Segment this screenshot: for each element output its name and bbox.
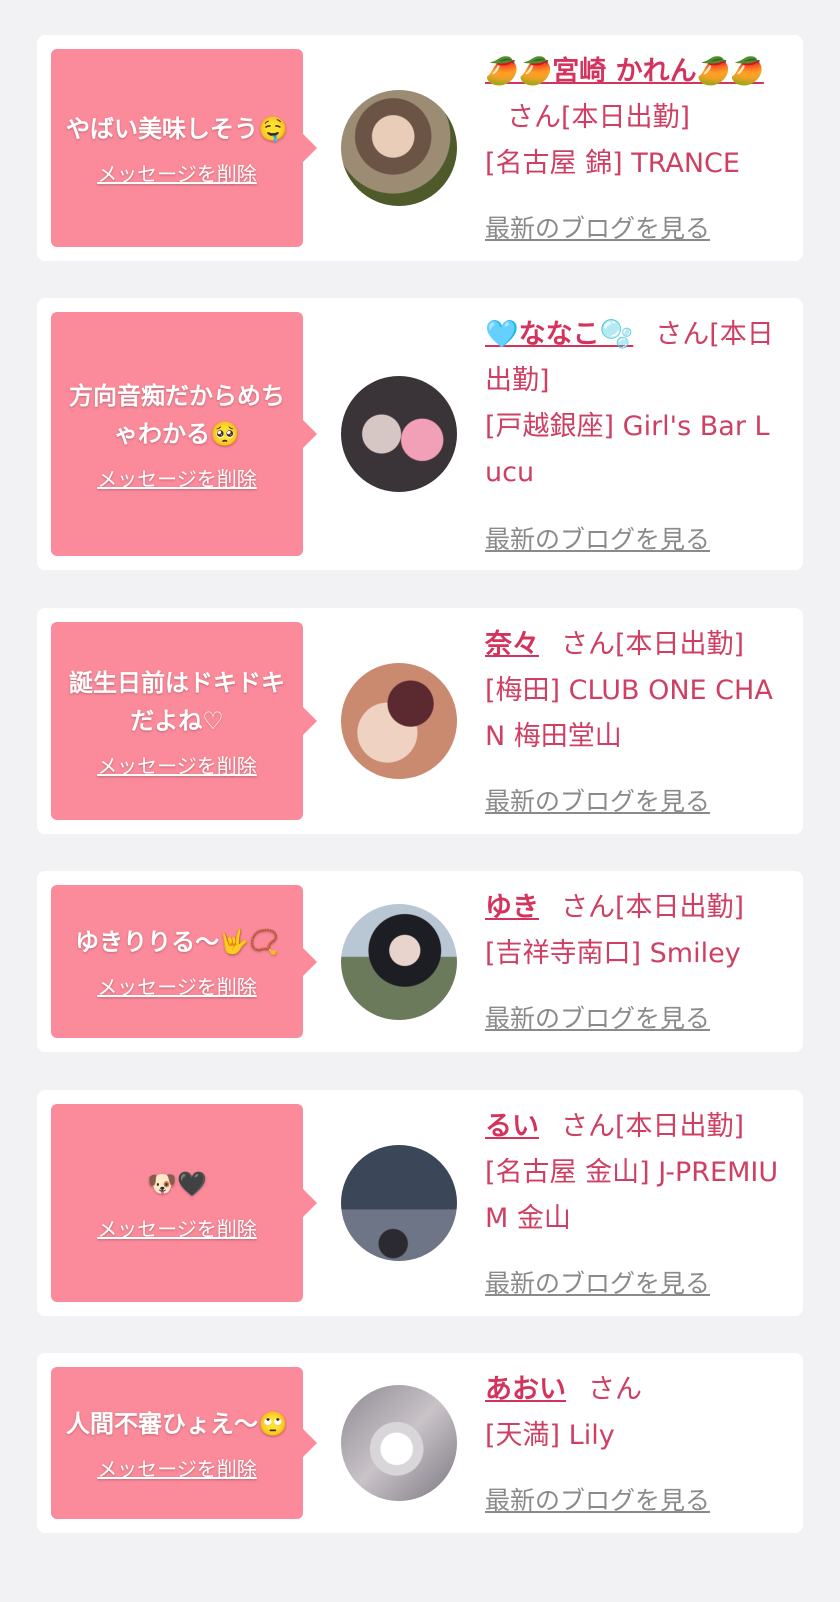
cast-name-link[interactable]: あおい xyxy=(485,1374,566,1405)
avatar[interactable] xyxy=(341,1145,457,1261)
message-text: ゆきりりる〜🤟📿 xyxy=(75,928,279,956)
latest-blog-link[interactable]: 最新のブログを見る xyxy=(485,209,710,245)
cast-info: 🩵ななこ🫧 さん[本日出勤] [戸越銀座] Girl's Bar Lucu xyxy=(485,312,785,496)
latest-blog-link[interactable]: 最新のブログを見る xyxy=(485,999,710,1035)
latest-blog-link[interactable]: 最新のブログを見る xyxy=(485,1481,710,1517)
message-bubble: ゆきりりる〜🤟📿 メッセージを削除 xyxy=(51,885,317,1038)
delete-message-link[interactable]: メッセージを削除 xyxy=(97,1213,257,1242)
message-card: 方向音痴だからめちゃわかる🥺 メッセージを削除 🩵ななこ🫧 さん[本日出勤] [戸… xyxy=(37,298,803,570)
cast-name-link[interactable]: 奈々 xyxy=(485,629,539,660)
message-bubble: 誕生日前はドキドキだよね♡ メッセージを削除 xyxy=(51,622,317,820)
message-bubble: 🐶🖤 メッセージを削除 xyxy=(51,1104,317,1302)
cast-status: さん[本日出勤] xyxy=(507,102,691,133)
message-card: 人間不審ひょえ〜🙄 メッセージを削除 あおい さん [天満] Lily 最新のブロ… xyxy=(37,1353,803,1533)
latest-blog-link[interactable]: 最新のブログを見る xyxy=(485,1264,710,1300)
avatar[interactable] xyxy=(341,376,457,492)
shop-name: [名古屋 金山] J-PREMIUM 金山 xyxy=(485,1157,779,1234)
message-text: やばい美味しそう🤤 xyxy=(66,114,288,143)
cast-name-link[interactable]: 🥭🥭宮崎 かれん🥭🥭 xyxy=(485,56,764,87)
message-text: 誕生日前はドキドキだよね♡ xyxy=(69,668,285,735)
message-bubble: 人間不審ひょえ〜🙄 メッセージを削除 xyxy=(51,1367,317,1519)
shop-name: [梅田] CLUB ONE CHAN 梅田堂山 xyxy=(485,675,773,752)
cast-status: さん[本日出勤] xyxy=(561,629,745,660)
shop-name: [天満] Lily xyxy=(485,1420,615,1451)
cast-info: 🥭🥭宮崎 かれん🥭🥭 さん[本日出勤] [名古屋 錦] TRANCE xyxy=(485,49,785,187)
message-bubble: やばい美味しそう🤤 メッセージを削除 xyxy=(51,49,317,247)
message-card: 🐶🖤 メッセージを削除 るい さん[本日出勤] [名古屋 金山] J-PREMIU… xyxy=(37,1090,803,1316)
delete-message-link[interactable]: メッセージを削除 xyxy=(97,750,257,779)
delete-message-link[interactable]: メッセージを削除 xyxy=(97,1453,257,1482)
message-bubble: 方向音痴だからめちゃわかる🥺 メッセージを削除 xyxy=(51,312,317,556)
avatar[interactable] xyxy=(341,1385,457,1501)
latest-blog-link[interactable]: 最新のブログを見る xyxy=(485,520,710,556)
cast-name-link[interactable]: 🩵ななこ🫧 xyxy=(485,319,633,350)
cast-name-link[interactable]: るい xyxy=(485,1111,539,1142)
delete-message-link[interactable]: メッセージを削除 xyxy=(97,158,257,187)
message-card: やばい美味しそう🤤 メッセージを削除 🥭🥭宮崎 かれん🥭🥭 さん[本日出勤] [名… xyxy=(37,35,803,261)
shop-name: [吉祥寺南口] Smiley xyxy=(485,938,741,969)
message-text: 方向音痴だからめちゃわかる🥺 xyxy=(69,381,285,448)
message-card: 誕生日前はドキドキだよね♡ メッセージを削除 奈々 さん[本日出勤] [梅田] C… xyxy=(37,608,803,834)
avatar[interactable] xyxy=(341,663,457,779)
cast-info: あおい さん [天満] Lily xyxy=(485,1367,785,1459)
message-text: 🐶🖤 xyxy=(147,1169,207,1198)
cast-status: さん[本日出勤] xyxy=(561,1111,745,1142)
cast-status: さん[本日出勤] xyxy=(561,892,745,923)
shop-name: [戸越銀座] Girl's Bar Lucu xyxy=(485,411,770,488)
cast-info: ゆき さん[本日出勤] [吉祥寺南口] Smiley xyxy=(485,885,785,977)
latest-blog-link[interactable]: 最新のブログを見る xyxy=(485,782,710,818)
shop-name: [名古屋 錦] TRANCE xyxy=(485,148,740,179)
cast-info: るい さん[本日出勤] [名古屋 金山] J-PREMIUM 金山 xyxy=(485,1104,785,1242)
delete-message-link[interactable]: メッセージを削除 xyxy=(97,971,257,1000)
cast-name-link[interactable]: ゆき xyxy=(485,892,539,923)
delete-message-link[interactable]: メッセージを削除 xyxy=(97,463,257,492)
message-card: ゆきりりる〜🤟📿 メッセージを削除 ゆき さん[本日出勤] [吉祥寺南口] Smi… xyxy=(37,871,803,1052)
avatar[interactable] xyxy=(341,90,457,206)
avatar[interactable] xyxy=(341,904,457,1020)
cast-status: さん xyxy=(588,1374,642,1405)
cast-info: 奈々 さん[本日出勤] [梅田] CLUB ONE CHAN 梅田堂山 xyxy=(485,622,785,760)
message-text: 人間不審ひょえ〜🙄 xyxy=(66,1409,288,1438)
